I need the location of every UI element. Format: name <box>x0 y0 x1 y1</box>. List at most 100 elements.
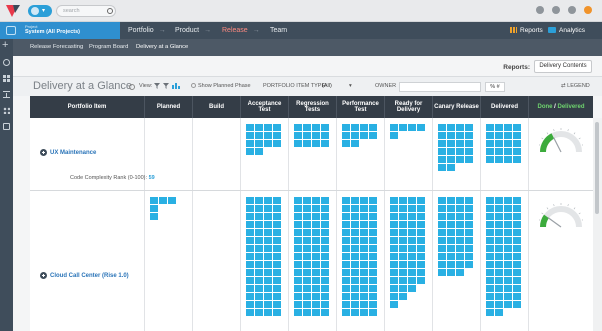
status-tile[interactable] <box>312 253 320 260</box>
status-tile[interactable] <box>255 205 263 212</box>
hierarchy-icon[interactable] <box>3 107 10 114</box>
status-tile[interactable] <box>513 229 521 236</box>
status-tile[interactable] <box>390 213 398 220</box>
document-icon[interactable] <box>3 123 10 130</box>
status-tile[interactable] <box>255 213 263 220</box>
status-tile[interactable] <box>351 221 359 228</box>
status-tile[interactable] <box>408 285 416 292</box>
project-selector[interactable]: Project System (All Projects) <box>0 22 120 39</box>
expand-icon[interactable] <box>40 272 47 279</box>
reports-link[interactable]: Reports <box>510 22 543 39</box>
hourglass-icon[interactable] <box>3 91 10 98</box>
status-tile[interactable] <box>495 261 503 268</box>
status-tile[interactable] <box>408 245 416 252</box>
status-tile[interactable] <box>399 124 407 131</box>
status-tile[interactable] <box>273 124 281 131</box>
status-tile[interactable] <box>465 124 473 131</box>
col-regression-tests[interactable]: Regression Tests <box>289 96 337 118</box>
status-tile[interactable] <box>351 261 359 268</box>
status-tile[interactable] <box>438 124 446 131</box>
status-tile[interactable] <box>351 237 359 244</box>
status-tile[interactable] <box>342 277 350 284</box>
status-tile[interactable] <box>504 124 512 131</box>
status-tile[interactable] <box>273 205 281 212</box>
status-tile[interactable] <box>465 140 473 147</box>
status-tile[interactable] <box>369 301 377 308</box>
status-tile[interactable] <box>351 213 359 220</box>
avatar-icon[interactable] <box>584 6 592 14</box>
status-tile[interactable] <box>456 124 464 131</box>
status-tile[interactable] <box>390 285 398 292</box>
status-tile[interactable] <box>390 197 398 204</box>
status-tile[interactable] <box>246 140 254 147</box>
status-tile[interactable] <box>246 229 254 236</box>
status-tile[interactable] <box>351 132 359 139</box>
status-tile[interactable] <box>390 301 398 308</box>
col-build[interactable]: Build <box>193 96 241 118</box>
status-tile[interactable] <box>273 140 281 147</box>
status-tile[interactable] <box>312 124 320 131</box>
status-tile[interactable] <box>495 124 503 131</box>
status-tile[interactable] <box>246 221 254 228</box>
status-tile[interactable] <box>390 205 398 212</box>
status-tile[interactable] <box>408 213 416 220</box>
status-tile[interactable] <box>264 277 272 284</box>
status-tile[interactable] <box>342 237 350 244</box>
status-tile[interactable] <box>399 213 407 220</box>
status-tile[interactable] <box>513 269 521 276</box>
status-tile[interactable] <box>486 221 494 228</box>
status-tile[interactable] <box>246 205 254 212</box>
status-tile[interactable] <box>303 237 311 244</box>
status-tile[interactable] <box>264 213 272 220</box>
status-tile[interactable] <box>321 205 329 212</box>
status-tile[interactable] <box>495 237 503 244</box>
status-tile[interactable] <box>369 261 377 268</box>
status-tile[interactable] <box>465 213 473 220</box>
status-tile[interactable] <box>294 245 302 252</box>
status-tile[interactable] <box>321 245 329 252</box>
status-tile[interactable] <box>321 293 329 300</box>
filter-alt-icon[interactable] <box>163 83 169 89</box>
vertical-scrollbar[interactable] <box>593 118 602 331</box>
status-tile[interactable] <box>447 148 455 155</box>
status-tile[interactable] <box>390 269 398 276</box>
status-tile[interactable] <box>360 301 368 308</box>
status-tile[interactable] <box>438 140 446 147</box>
col-done-delivered[interactable]: Done / Delivered <box>529 96 593 118</box>
status-tile[interactable] <box>465 261 473 268</box>
status-tile[interactable] <box>294 229 302 236</box>
status-tile[interactable] <box>486 197 494 204</box>
status-tile[interactable] <box>438 261 446 268</box>
status-tile[interactable] <box>417 245 425 252</box>
status-tile[interactable] <box>486 245 494 252</box>
status-tile[interactable] <box>495 148 503 155</box>
status-tile[interactable] <box>504 197 512 204</box>
status-tile[interactable] <box>456 245 464 252</box>
portfolio-item-link[interactable]: Cloud Call Center (Rise 1.0) <box>40 272 129 279</box>
status-tile[interactable] <box>369 237 377 244</box>
status-tile[interactable] <box>264 309 272 316</box>
status-tile[interactable] <box>312 309 320 316</box>
status-tile[interactable] <box>456 253 464 260</box>
status-tile[interactable] <box>369 285 377 292</box>
search-icon[interactable] <box>107 8 113 14</box>
status-tile[interactable] <box>294 237 302 244</box>
status-tile[interactable] <box>504 229 512 236</box>
status-tile[interactable] <box>360 293 368 300</box>
status-tile[interactable] <box>417 221 425 228</box>
status-tile[interactable] <box>312 269 320 276</box>
status-tile[interactable] <box>303 140 311 147</box>
status-tile[interactable] <box>513 253 521 260</box>
status-tile[interactable] <box>150 213 158 220</box>
status-tile[interactable] <box>264 140 272 147</box>
status-tile[interactable] <box>456 197 464 204</box>
status-tile[interactable] <box>321 269 329 276</box>
status-tile[interactable] <box>486 261 494 268</box>
status-tile[interactable] <box>408 229 416 236</box>
col-portfolio-item[interactable]: Portfolio Item <box>30 96 145 118</box>
status-tile[interactable] <box>321 261 329 268</box>
status-tile[interactable] <box>399 229 407 236</box>
status-tile[interactable] <box>321 124 329 131</box>
status-tile[interactable] <box>438 229 446 236</box>
status-tile[interactable] <box>255 269 263 276</box>
